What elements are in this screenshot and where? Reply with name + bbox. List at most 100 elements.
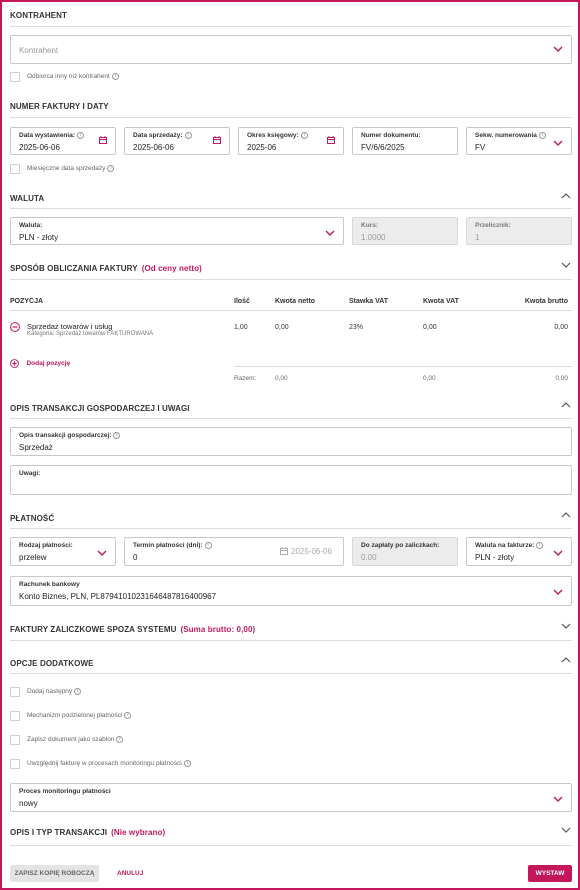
payment-term-field[interactable]: Termin płatności (dni): i 0 2025-06-06 (124, 537, 344, 566)
numbering-sequence-value: FV (475, 143, 486, 152)
divider (10, 117, 572, 118)
payment-type-select[interactable]: Rodzaj płatności: przelew (10, 537, 116, 566)
transaction-description-field[interactable]: Opis transakcji gospodarczej: i Sprzedaż (10, 427, 572, 456)
totals-gross: 0,00 (555, 375, 568, 382)
transaction-description-label: Opis transakcji gospodarczej: i (19, 432, 121, 439)
chevron-up-icon[interactable] (561, 656, 571, 664)
save-template-label: Zapisz dokument jako szablon i (27, 736, 124, 743)
exchange-rate-value: 1.0000 (361, 233, 386, 242)
add-next-checkbox[interactable] (10, 687, 20, 697)
monthly-sale-date-checkbox[interactable] (10, 164, 20, 174)
payment-type-label: Rodzaj płatności: (19, 542, 73, 549)
section-title-contractor: KONTRAHENT (10, 11, 67, 20)
position-gross: 0,00 (554, 324, 568, 331)
payment-term-date: 2025-06-06 (291, 547, 332, 556)
accounting-period-label: Okres księgowy: i (247, 132, 308, 139)
currency-select[interactable]: Waluta: PLN - złoty (10, 217, 344, 245)
invoice-currency-value: PLN - złoty (475, 553, 515, 562)
monitoring-process-value: nowy (19, 799, 38, 808)
section-title-payment: PŁATNOŚĆ (10, 514, 55, 523)
section-title-advance-invoices: FAKTURY ZALICZKOWE SPOZA SYSTEMU (Suma br… (10, 625, 256, 634)
other-recipient-checkbox[interactable] (10, 72, 20, 82)
after-advance-value: 0.00 (361, 553, 377, 562)
invoice-currency-label: Waluta na fakturze: i (475, 542, 544, 549)
chevron-down-icon (553, 550, 563, 556)
invoice-form: KONTRAHENT Kontrahent Odbiorca inny niż … (0, 0, 580, 890)
issue-invoice-button[interactable]: WYSTAW (528, 865, 572, 882)
chevron-up-icon[interactable] (561, 401, 571, 409)
column-header-vat-rate: Stawka VAT (349, 298, 389, 305)
remove-position-icon[interactable] (10, 322, 20, 332)
chevron-down-icon (553, 46, 563, 52)
accounting-period-value: 2025-06 (247, 143, 277, 152)
chevron-up-icon[interactable] (561, 192, 571, 200)
sale-date-field[interactable]: Data sprzedaży: i 2025-06-06 (124, 127, 230, 155)
totals-label: Razem: (234, 375, 257, 382)
info-icon: i (111, 73, 119, 80)
chevron-down-icon[interactable] (561, 622, 571, 630)
save-draft-button[interactable]: ZAPISZ KOPIĘ ROBOCZĄ (10, 865, 99, 882)
bank-account-select[interactable]: Rachunek bankowy Konto Biznes, PLN, PL87… (10, 576, 572, 606)
divider (10, 640, 572, 641)
section-title-dates: NUMER FAKTURY I DATY (10, 102, 109, 111)
converter-value: 1 (475, 233, 480, 242)
monitoring-process-select[interactable]: Proces monitoringu płatności nowy (10, 783, 572, 812)
document-number-value: FV/6/6/2025 (361, 143, 405, 152)
calendar-icon[interactable] (280, 547, 288, 555)
split-payment-checkbox[interactable] (10, 711, 20, 721)
save-template-checkbox[interactable] (10, 735, 20, 745)
transaction-description-value: Sprzedaż (19, 443, 53, 452)
chevron-down-icon[interactable] (561, 261, 571, 269)
add-position-button[interactable]: Dodaj pozycję (10, 355, 71, 369)
exchange-rate-field: Kurs: 1.0000 (352, 217, 458, 245)
contractor-placeholder: Kontrahent (19, 46, 59, 55)
add-next-label: Dodaj następny i (27, 688, 82, 695)
currency-label: Waluta: (19, 222, 43, 229)
info-icon: i (300, 132, 308, 139)
section-title-description: OPIS TRANSAKCJI GOSPODARCZEJ I UWAGI (10, 404, 190, 413)
totals-net: 0,00 (275, 375, 288, 382)
chevron-down-icon (553, 589, 563, 595)
chevron-down-icon (553, 796, 563, 802)
info-icon: i (183, 760, 191, 767)
numbering-sequence-label: Sekw. numerowania i (475, 132, 546, 139)
other-recipient-label: Odbiorca inny niż kontrahent i (27, 73, 119, 80)
invoice-currency-select[interactable]: Waluta na fakturze: i PLN - złoty (466, 537, 572, 566)
contractor-select[interactable]: Kontrahent (10, 35, 572, 64)
chevron-down-icon (553, 140, 563, 146)
notes-field[interactable]: Uwagi: (10, 465, 572, 495)
transaction-type-status: (Nie wybrano) (111, 828, 166, 837)
sale-date-value: 2025-06-06 (133, 143, 174, 152)
position-qty: 1,00 (234, 324, 248, 331)
payment-type-value: przelew (19, 553, 47, 562)
add-position-label: Dodaj pozycję (26, 360, 71, 368)
chevron-up-icon[interactable] (561, 511, 571, 519)
info-icon: i (77, 132, 84, 139)
monitoring-include-checkbox[interactable] (10, 759, 20, 769)
document-number-field[interactable]: Numer dokumentu: FV/6/6/2025 (352, 127, 458, 155)
converter-label: Przelicznik: (475, 222, 511, 229)
calendar-icon[interactable] (213, 136, 221, 144)
calendar-icon[interactable] (327, 136, 335, 144)
after-advance-label: Do zapłaty po zaliczkach: (361, 542, 440, 549)
chevron-down-icon (325, 230, 335, 236)
info-icon: i (536, 542, 544, 549)
plus-circle-icon (10, 359, 19, 369)
position-net: 0,00 (275, 324, 289, 331)
calendar-icon[interactable] (99, 136, 107, 144)
monitoring-include-label: Uwzględnij fakturę w procesach monitorin… (27, 760, 191, 767)
numbering-sequence-select[interactable]: Sekw. numerowania i FV (466, 127, 572, 155)
notes-label: Uwagi: (19, 470, 41, 477)
info-icon: i (538, 132, 546, 139)
chevron-down-icon[interactable] (561, 826, 571, 834)
divider (234, 366, 572, 367)
document-number-label: Numer dokumentu: (361, 132, 421, 139)
info-icon: i (204, 542, 212, 549)
column-header-item: POZYCJA (10, 298, 44, 305)
info-icon: i (184, 132, 192, 139)
accounting-period-field[interactable]: Okres księgowy: i 2025-06 (238, 127, 344, 155)
info-icon: i (116, 736, 124, 743)
issue-date-field[interactable]: Data wystawienia: i 2025-06-06 (10, 127, 116, 155)
cancel-button[interactable]: ANULUJ (117, 865, 143, 882)
divider (10, 208, 572, 209)
